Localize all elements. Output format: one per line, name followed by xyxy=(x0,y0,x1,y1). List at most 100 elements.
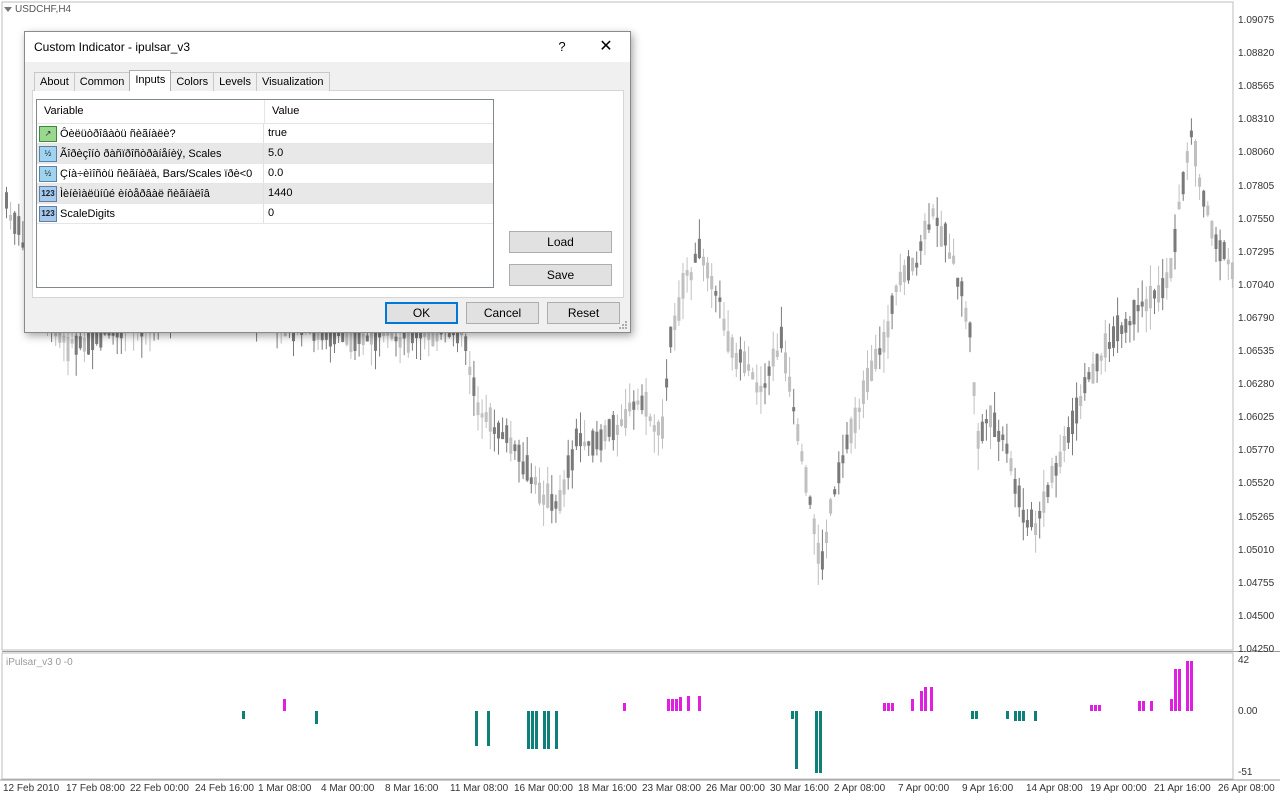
candle-body xyxy=(808,496,812,505)
dialog-title: Custom Indicator - ipulsar_v3 xyxy=(34,40,191,54)
histogram-bar xyxy=(527,711,530,749)
histogram-bar xyxy=(242,711,245,719)
tab-inputs[interactable]: Inputs xyxy=(129,70,172,91)
candle-body xyxy=(9,214,13,221)
histogram-bar xyxy=(1094,705,1097,711)
load-button[interactable]: Load xyxy=(509,231,612,253)
candle-body xyxy=(689,272,693,281)
candle-body xyxy=(99,331,103,348)
close-button[interactable]: ✕ xyxy=(594,37,618,57)
histogram-bar xyxy=(1018,711,1021,721)
candle-body xyxy=(665,378,669,388)
histogram-bar xyxy=(531,711,534,749)
candle-body xyxy=(1185,151,1189,163)
candle-body xyxy=(1140,301,1144,307)
param-value[interactable]: 1440 xyxy=(264,184,292,203)
candle-body xyxy=(861,380,865,404)
candle-body xyxy=(734,353,738,370)
candle-body xyxy=(866,367,869,393)
price-tick-label: 1.05265 xyxy=(1238,511,1275,523)
candle-body xyxy=(1153,290,1156,299)
histogram-bar xyxy=(795,711,798,769)
param-row[interactable]: 123 ScaleDigits 0 xyxy=(37,204,493,224)
candle-body xyxy=(677,297,681,321)
candle-body xyxy=(1046,484,1050,498)
indicator-label: iPulsar_v3 0 -0 xyxy=(6,657,73,668)
candle-body xyxy=(792,407,796,412)
tab-levels[interactable]: Levels xyxy=(213,72,257,91)
variable-column-header[interactable]: Variable xyxy=(37,100,265,123)
save-button[interactable]: Save xyxy=(509,264,612,286)
candle-body xyxy=(574,428,578,447)
candle-body xyxy=(710,275,714,290)
reset-button[interactable]: Reset xyxy=(547,302,620,324)
int-icon: 123 xyxy=(39,185,57,202)
candle-body xyxy=(1177,201,1181,210)
param-value[interactable]: 5.0 xyxy=(264,144,283,163)
candle-body xyxy=(771,348,775,367)
candle-body xyxy=(611,414,615,441)
price-tick-label: 1.07550 xyxy=(1238,213,1275,225)
double-icon: ½ xyxy=(39,145,57,162)
param-row[interactable]: 123 Ìèíèìàëüíûé èíòåðâàë ñèãíàëîâ 1440 xyxy=(37,184,493,204)
candle-body xyxy=(66,336,70,362)
price-tick-label: 1.06280 xyxy=(1238,379,1275,391)
candle-body xyxy=(1157,285,1161,303)
param-row[interactable]: ½ Çíà÷èìîñòü ñèãíàëà, Bars/Scales ïðè<0 0… xyxy=(37,164,493,184)
candle-body xyxy=(620,419,623,426)
candle-body xyxy=(829,499,833,514)
histogram-bar xyxy=(547,711,550,749)
time-tick-label: 30 Mar 16:00 xyxy=(770,783,829,794)
param-value[interactable]: 0 xyxy=(264,204,274,223)
help-button[interactable]: ? xyxy=(552,37,572,57)
resize-grip-icon[interactable] xyxy=(618,320,628,330)
candle-body xyxy=(529,477,533,484)
candle-body xyxy=(997,430,1001,442)
candle-body xyxy=(476,402,480,416)
indicator-tick-label: 0.00 xyxy=(1238,706,1258,717)
candle-body xyxy=(1116,315,1120,342)
time-tick-label: 24 Feb 16:00 xyxy=(195,783,254,794)
time-tick-label: 23 Mar 08:00 xyxy=(642,783,701,794)
param-row[interactable]: ½ Ãîðèçîíò ðàñïðîñòðàíåíèÿ, Scales 5.0 xyxy=(37,144,493,164)
param-value[interactable]: true xyxy=(264,124,287,143)
cancel-button[interactable]: Cancel xyxy=(466,302,539,324)
candle-body xyxy=(525,455,529,481)
tab-visualization[interactable]: Visualization xyxy=(255,72,330,91)
time-tick-label: 26 Apr 08:00 xyxy=(1218,783,1275,794)
histogram-bar xyxy=(1186,661,1189,711)
tab-colors[interactable]: Colors xyxy=(170,72,215,91)
candle-body xyxy=(501,432,505,440)
candle-body xyxy=(669,326,673,348)
candle-body xyxy=(1194,141,1197,167)
candle-body xyxy=(960,281,964,297)
tab-common[interactable]: Common xyxy=(73,72,131,91)
candle-body xyxy=(1058,451,1062,467)
param-name: Ãîðèçîíò ðàñïðîñòðàíåíèÿ, Scales xyxy=(60,147,222,160)
candle-body xyxy=(989,405,992,428)
time-tick-label: 4 Mar 00:00 xyxy=(321,783,375,794)
histogram-bar xyxy=(1034,711,1037,721)
time-tick-label: 16 Mar 00:00 xyxy=(514,783,573,794)
value-column-header[interactable]: Value xyxy=(265,100,299,123)
candle-body xyxy=(943,223,947,246)
time-tick-label: 18 Mar 16:00 xyxy=(578,783,637,794)
tab-about[interactable]: About xyxy=(34,72,75,91)
candle-body xyxy=(841,455,845,464)
param-row[interactable]: ↗ Ôèëüòðîâàòü ñèãíàëè? true xyxy=(37,124,493,144)
ok-button[interactable]: OK xyxy=(385,302,458,324)
candle-body xyxy=(784,352,787,374)
collapse-triangle-icon[interactable] xyxy=(4,7,12,12)
candle-body xyxy=(882,332,886,353)
histogram-bar xyxy=(1014,711,1017,721)
candle-body xyxy=(587,441,591,446)
dialog-titlebar[interactable]: Custom Indicator - ipulsar_v3 ? ✕ xyxy=(25,32,630,62)
candle-body xyxy=(714,291,718,296)
candle-body xyxy=(767,366,771,376)
param-name: Ìèíèìàëüíûé èíòåðâàë ñèãíàëîâ xyxy=(60,187,210,200)
candle-body xyxy=(812,518,816,535)
candle-body xyxy=(697,238,701,259)
param-value[interactable]: 0.0 xyxy=(264,164,283,183)
price-tick-label: 1.04755 xyxy=(1238,577,1275,589)
candle-body xyxy=(1038,510,1042,519)
